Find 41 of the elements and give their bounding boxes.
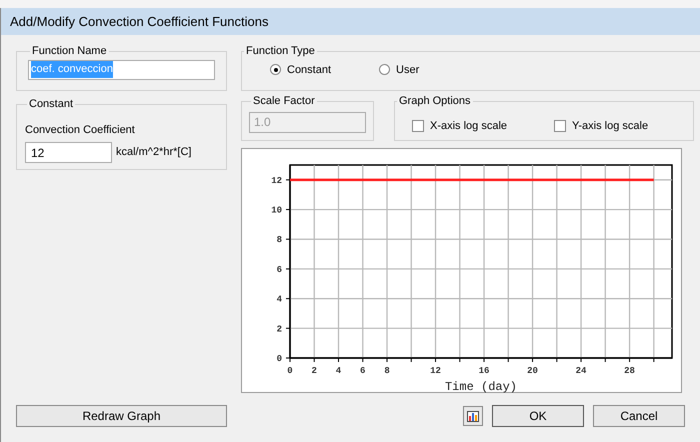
group-title: Function Type [245, 44, 316, 59]
redraw-graph-button[interactable]: Redraw Graph [16, 405, 227, 427]
radio-button[interactable] [379, 64, 390, 76]
checkbox[interactable] [412, 120, 424, 132]
group-title: Graph Options [398, 94, 472, 109]
x-tick-label: 12 [430, 366, 441, 376]
ok-button[interactable]: OK [492, 405, 584, 427]
y-tick-label: 2 [276, 324, 282, 334]
checkbox[interactable] [554, 120, 566, 132]
unit-label: kcal/m^2*hr*[C] [116, 145, 192, 160]
x-tick-label: 8 [384, 366, 390, 376]
field-value: coef. conveccion [31, 61, 113, 78]
x-tick-label: 24 [576, 366, 586, 376]
radio-button[interactable] [270, 64, 281, 76]
radio-option[interactable]: User [379, 62, 420, 78]
coefficient-field[interactable]: 12 [25, 142, 112, 163]
bar-chart-icon [467, 410, 479, 422]
checkbox-option[interactable]: X-axis log scale [412, 112, 508, 140]
cancel-button[interactable]: Cancel [593, 405, 685, 427]
group-title: Constant [28, 97, 74, 112]
x-tick-label: 2 [312, 366, 317, 376]
x-tick-label: 0 [287, 366, 293, 376]
x-tick-label: 28 [624, 366, 635, 376]
group-title: Scale Factor [252, 94, 316, 109]
y-tick-label: 6 [276, 264, 282, 275]
chart-button[interactable] [463, 406, 483, 426]
group-title: Function Name [31, 44, 108, 59]
window-title: Add/Modify Convection Coefficient Functions [1, 8, 700, 35]
x-axis-title: Time (day) [445, 380, 517, 394]
x-tick-label: 4 [336, 366, 342, 376]
y-tick-label: 10 [271, 206, 282, 216]
y-tick-label: 0 [276, 354, 282, 364]
x-tick-label: 20 [527, 366, 538, 376]
y-tick-label: 12 [271, 176, 282, 186]
radio-option[interactable]: Constant [270, 62, 332, 78]
x-tick-label: 16 [478, 366, 490, 376]
field-label: Convection Coefficient [25, 122, 136, 138]
x-tick-label: 6 [360, 366, 366, 376]
y-tick-label: 8 [276, 235, 282, 246]
checkbox-option[interactable]: Y-axis log scale [554, 112, 648, 140]
y-tick-label: 4 [276, 294, 282, 305]
